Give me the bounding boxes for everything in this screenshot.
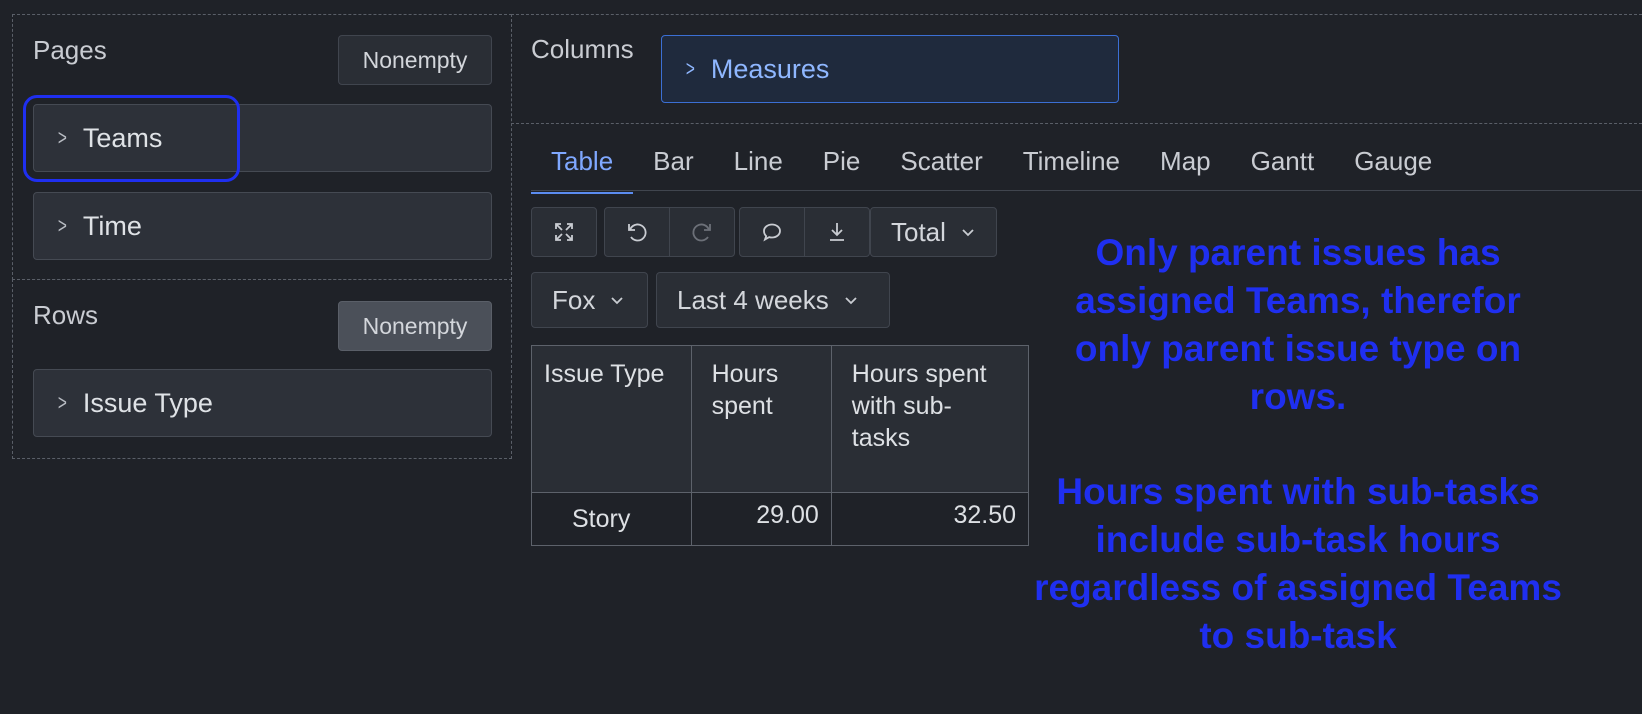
tab-line[interactable]: Line xyxy=(714,130,803,194)
dimension-label: Time xyxy=(82,210,142,241)
tabs-underline xyxy=(531,190,1642,191)
period-filter-value: Last 4 weeks xyxy=(677,284,829,315)
download-button[interactable] xyxy=(804,208,869,256)
history-button-group xyxy=(604,207,735,257)
comment-icon xyxy=(763,223,781,242)
chevron-down-icon xyxy=(611,297,623,305)
share-button-group xyxy=(739,207,870,257)
columns-label: Columns xyxy=(531,34,634,64)
table-row: Story 29.00 32.50 xyxy=(531,492,1030,546)
period-filter-dropdown[interactable]: Last 4 weeks xyxy=(656,272,890,328)
header-issue-type[interactable]: Issue Type xyxy=(531,345,692,493)
table-header-row: Issue Type Hours spent Hours spent with … xyxy=(531,345,1030,493)
tab-table[interactable]: Table xyxy=(531,130,634,194)
team-filter-value: Fox xyxy=(552,284,596,315)
chevron-down-icon xyxy=(962,229,974,237)
columns-bottom-border xyxy=(511,123,1642,124)
undo-button[interactable] xyxy=(605,208,669,256)
chevron-right-icon: > xyxy=(57,213,67,238)
chart-type-tabs: Table Bar Line Pie Scatter Timeline Map … xyxy=(531,130,1452,194)
columns-dimension-measures[interactable]: > Measures xyxy=(661,35,1119,103)
tab-pie[interactable]: Pie xyxy=(803,130,881,194)
tab-map[interactable]: Map xyxy=(1140,130,1231,194)
annotation-note-2: Hours spent with sub-tasks include sub-t… xyxy=(1034,471,1562,656)
tab-gantt[interactable]: Gantt xyxy=(1231,130,1335,194)
pages-dimension-time[interactable]: > Time xyxy=(33,192,492,260)
chevron-right-icon: > xyxy=(57,390,67,415)
team-filter-dropdown[interactable]: Fox xyxy=(531,272,648,328)
rows-nonempty-button[interactable]: Nonempty xyxy=(338,301,492,351)
fullscreen-icon xyxy=(555,223,573,241)
redo-icon xyxy=(692,223,711,242)
row-label-story[interactable]: Story xyxy=(531,492,692,546)
rows-label: Rows xyxy=(33,300,99,330)
rows-panel: Rows Nonempty > Issue Type xyxy=(12,279,512,459)
tab-gauge[interactable]: Gauge xyxy=(1334,130,1452,194)
columns-top-border xyxy=(511,14,1642,15)
cell-hours-spent-with-subtasks: 32.50 xyxy=(830,492,1030,546)
undo-icon xyxy=(628,223,647,242)
total-label: Total xyxy=(891,216,946,247)
annotation-note-1: Only parent issues has assigned Teams, t… xyxy=(1074,232,1522,417)
dimension-label: Measures xyxy=(710,53,830,84)
comment-button[interactable] xyxy=(740,208,804,256)
cell-hours-spent: 29.00 xyxy=(690,492,832,546)
chevron-right-icon: > xyxy=(685,56,695,81)
results-table: Issue Type Hours spent Hours spent with … xyxy=(531,345,1030,546)
tab-bar[interactable]: Bar xyxy=(633,130,713,194)
dimension-label: Issue Type xyxy=(82,387,213,418)
redo-button[interactable] xyxy=(669,208,734,256)
total-dropdown[interactable]: Total xyxy=(870,207,997,257)
pages-nonempty-button[interactable]: Nonempty xyxy=(338,35,492,85)
header-hours-spent[interactable]: Hours spent xyxy=(690,345,832,493)
fullscreen-button[interactable] xyxy=(532,208,596,256)
header-hours-spent-with-subtasks[interactable]: Hours spent with sub-tasks xyxy=(830,345,1030,493)
teams-highlight-outline xyxy=(23,95,240,182)
tab-scatter[interactable]: Scatter xyxy=(880,130,1002,194)
fullscreen-button-group xyxy=(531,207,597,257)
chevron-down-icon xyxy=(845,297,857,305)
rows-dimension-issue-type[interactable]: > Issue Type xyxy=(33,369,492,437)
tab-timeline[interactable]: Timeline xyxy=(1003,130,1140,194)
pages-label: Pages xyxy=(33,35,107,65)
download-icon xyxy=(830,223,844,241)
